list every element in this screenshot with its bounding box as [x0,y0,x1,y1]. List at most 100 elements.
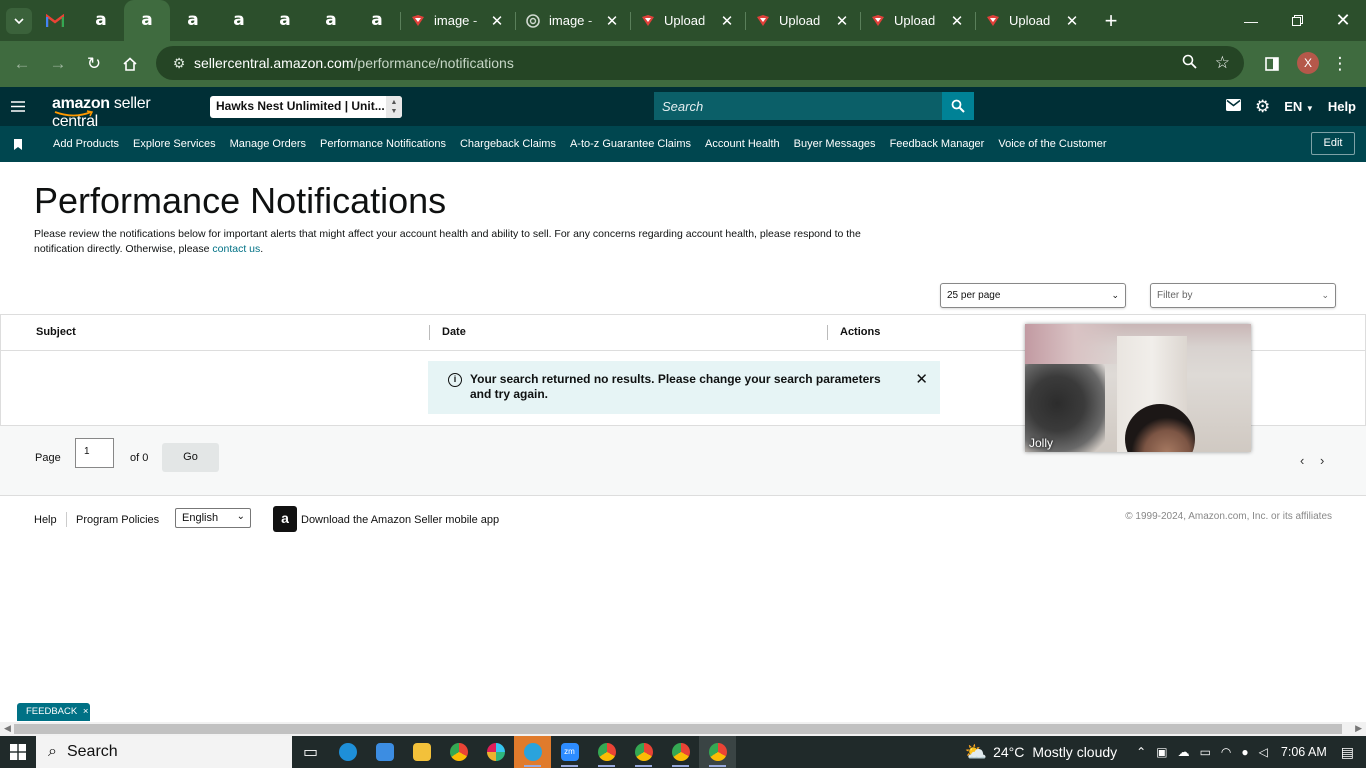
browser-tab[interactable]: image - ✕ [400,0,515,41]
close-tab-icon[interactable]: ✕ [949,12,965,30]
back-button[interactable]: ← [4,46,40,82]
home-button[interactable] [112,46,148,82]
settings-button[interactable]: ⚙ [1255,97,1270,117]
browser-tab[interactable]: Upload ✕ [745,0,860,41]
close-tab-icon[interactable]: ✕ [604,12,620,30]
telegram-icon[interactable] [514,736,551,768]
chrome-icon[interactable] [440,736,477,768]
footer-language-select[interactable]: English ⌄ [175,508,251,528]
weather-icon[interactable]: ⛅ [965,742,987,763]
download-app-link[interactable]: Download the Amazon Seller mobile app [301,514,499,526]
next-page-icon[interactable]: › [1320,453,1324,468]
browser-tab[interactable]: Upload ✕ [860,0,975,41]
profile-avatar[interactable]: X [1297,52,1319,74]
store-selector[interactable]: Hawks Nest Unlimited | Unit... ▲ ▼ [210,96,402,118]
go-button[interactable]: Go [162,443,219,472]
close-tab-icon[interactable]: ✕ [1064,12,1080,30]
help-link[interactable]: Help [1328,99,1356,114]
temperature[interactable]: 24°C [993,744,1024,760]
reload-button[interactable]: ↻ [76,46,112,82]
browser-tab[interactable]: Upload ✕ [630,0,745,41]
pinned-tab-amazon[interactable]: a [170,0,216,41]
seller-search-input[interactable] [654,92,942,120]
wifi-icon[interactable]: ◠ [1221,745,1231,759]
feedback-button[interactable]: FEEDBACK × [17,703,90,721]
footer-help-link[interactable]: Help [34,514,57,526]
volume-icon[interactable]: ◁ [1259,745,1268,759]
nav-add-products[interactable]: Add Products [46,138,126,150]
onedrive-icon[interactable]: ☁ [1178,745,1190,759]
forward-button[interactable]: → [40,46,76,82]
bookmark-star-icon[interactable]: ☆ [1215,53,1230,73]
filter-select[interactable]: Filter by ⌄ [1150,283,1336,308]
hamburger-menu-button[interactable] [0,87,36,126]
nav-chargeback-claims[interactable]: Chargeback Claims [453,138,563,150]
minimize-button[interactable]: — [1228,0,1274,41]
new-tab-button[interactable]: + [1096,6,1126,36]
close-alert-icon[interactable]: ✕ [915,372,928,414]
close-tab-icon[interactable]: ✕ [719,12,735,30]
seller-central-logo[interactable]: amazon seller central [52,95,192,130]
column-subject[interactable]: Subject [36,326,76,338]
video-call-overlay[interactable]: Jolly [1025,324,1251,452]
clock[interactable]: 7:06 AM [1281,745,1327,759]
chrome-profile-icon[interactable] [588,736,625,768]
microphone-icon[interactable]: ● [1241,745,1248,759]
nav-buyer-messages[interactable]: Buyer Messages [787,138,883,150]
search-button[interactable] [942,92,974,120]
pinned-tab-amazon-active[interactable]: a [124,0,170,41]
edit-nav-button[interactable]: Edit [1311,132,1355,155]
nav-explore-services[interactable]: Explore Services [126,138,223,150]
file-explorer-icon[interactable] [403,736,440,768]
nav-voice-of-customer[interactable]: Voice of the Customer [991,138,1113,150]
nav-performance-notifications[interactable]: Performance Notifications [313,138,453,150]
nav-account-health[interactable]: Account Health [698,138,787,150]
program-policies-link[interactable]: Program Policies [76,514,159,526]
edge-icon[interactable] [329,736,366,768]
per-page-select[interactable]: 25 per page ⌄ [940,283,1126,308]
language-selector[interactable]: EN ▼ [1284,99,1314,114]
nav-feedback-manager[interactable]: Feedback Manager [883,138,992,150]
pinned-tab-amazon[interactable]: a [216,0,262,41]
bookmarks-button[interactable] [0,138,36,150]
amazon-app-icon[interactable]: a [273,506,297,532]
horizontal-scrollbar[interactable]: ◀ ▶ [0,722,1366,736]
messages-button[interactable] [1225,99,1241,114]
address-bar[interactable]: ⚙ sellercentral.amazon.com/performance/n… [156,46,1244,80]
store-icon[interactable] [366,736,403,768]
chrome-profile-icon[interactable] [662,736,699,768]
nav-manage-orders[interactable]: Manage Orders [223,138,313,150]
battery-icon[interactable]: ▭ [1200,745,1211,759]
browser-tab[interactable]: Upload ✕ [975,0,1090,41]
chevron-up-icon[interactable]: ⌃ [1136,745,1146,759]
nav-a-to-z-claims[interactable]: A-to-z Guarantee Claims [563,138,698,150]
close-feedback-icon[interactable]: × [83,706,89,717]
zoom-icon[interactable] [1182,54,1197,72]
meet-now-icon[interactable]: ▣ [1156,745,1167,759]
zoom-app-icon[interactable]: zm [551,736,588,768]
weather-text[interactable]: Mostly cloudy [1032,744,1117,760]
pinned-tab-gmail[interactable] [32,0,78,41]
column-date[interactable]: Date [442,326,466,338]
close-window-button[interactable]: ✕ [1320,0,1366,41]
pinned-tab-amazon[interactable]: a [262,0,308,41]
pinned-tab-amazon[interactable]: a [354,0,400,41]
scrollbar-thumb[interactable] [14,724,1342,734]
taskbar-search[interactable]: ⌕ Search [36,736,292,768]
browser-tab[interactable]: image - ✕ [515,0,630,41]
pinned-tab-amazon[interactable]: a [78,0,124,41]
chrome-profile-icon[interactable] [699,736,736,768]
close-tab-icon[interactable]: ✕ [489,12,505,30]
scroll-left-icon[interactable]: ◀ [4,723,11,734]
side-panel-button[interactable] [1254,46,1290,82]
page-number-input[interactable]: 1 [75,438,114,468]
tab-search-button[interactable] [6,7,32,34]
previous-page-icon[interactable]: ‹ [1300,453,1304,468]
site-settings-icon[interactable]: ⚙ [164,55,194,72]
restore-button[interactable] [1274,0,1320,41]
browser-menu-button[interactable]: ⋮ [1322,46,1358,82]
scroll-right-icon[interactable]: ▶ [1355,723,1362,734]
chrome-profile-icon[interactable] [625,736,662,768]
task-view-icon[interactable]: ▭ [292,736,329,768]
contact-us-link[interactable]: contact us [212,243,260,255]
